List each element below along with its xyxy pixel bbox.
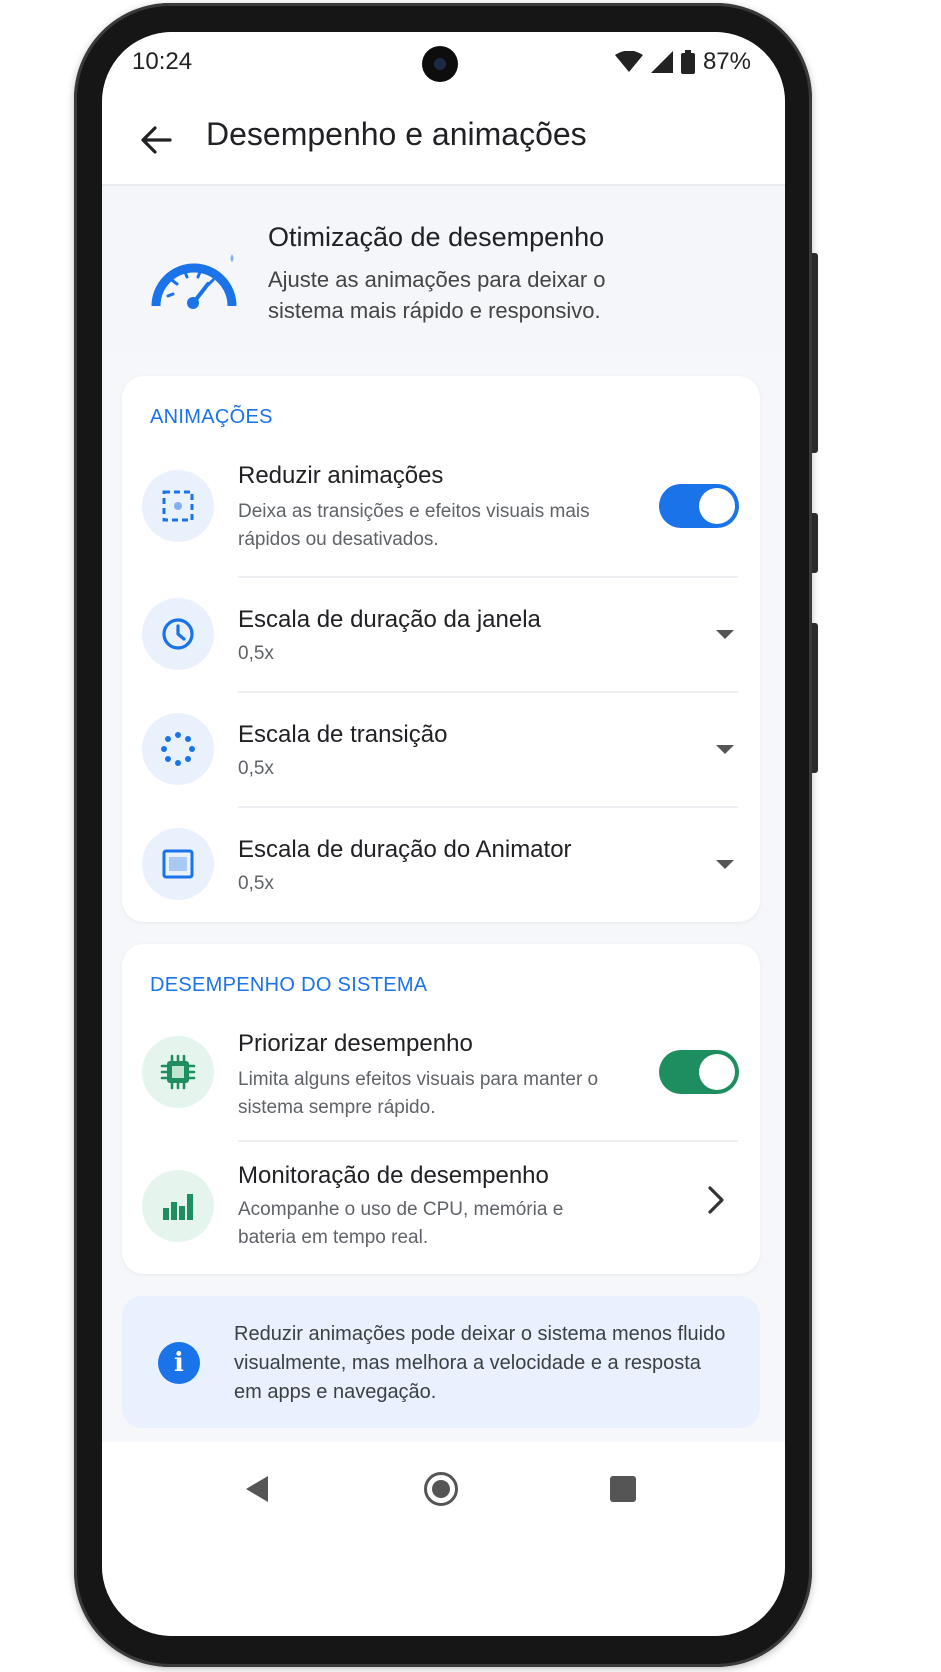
chip-icon xyxy=(142,1036,214,1108)
bottom-area xyxy=(102,1552,785,1636)
performance-monitoring-title: Monitoração de desempenho xyxy=(238,1162,549,1189)
transition-scale-row[interactable]: Escala de transição 0,5x xyxy=(122,711,760,807)
toggle-knob xyxy=(699,1054,735,1090)
animator-scale-row[interactable]: Escala de duração do Animator 0,5x xyxy=(122,826,760,922)
volume-button xyxy=(812,253,818,453)
wifi-icon xyxy=(614,51,643,72)
performance-monitoring-subtitle: Acompanhe o uso de CPU, memória e bateri… xyxy=(238,1199,564,1248)
toggle-knob xyxy=(699,488,735,524)
prioritize-performance-title: Priorizar desempenho xyxy=(238,1030,473,1057)
status-bar: 10:24 87% xyxy=(102,32,785,96)
bar-chart-icon xyxy=(142,1170,214,1242)
divider xyxy=(238,691,738,693)
reduce-animations-toggle[interactable] xyxy=(659,484,739,528)
transition-scale-title: Escala de transição xyxy=(238,721,448,748)
battery-percent: 87% xyxy=(702,48,751,75)
battery-icon xyxy=(680,50,695,74)
status-time: 10:24 xyxy=(132,48,193,75)
reduce-animations-title: Reduzir animações xyxy=(238,462,444,489)
hero-title: Otimização de desempenho xyxy=(268,222,605,252)
divider xyxy=(238,1140,738,1142)
dashed-frame-icon xyxy=(142,470,214,542)
status-icons: 87% xyxy=(614,48,751,76)
hero-section: Otimização de desempenho Ajuste as anima… xyxy=(102,186,785,354)
window-frame-icon xyxy=(142,828,214,900)
nav-recents-icon[interactable] xyxy=(610,1476,636,1502)
animator-scale-title: Escala de duração do Animator xyxy=(238,836,572,863)
power-button xyxy=(812,623,818,773)
nav-home-icon[interactable] xyxy=(424,1472,458,1506)
info-banner: i Reduzir animações pode deixar o sistem… xyxy=(122,1296,760,1428)
window-scale-value: 0,5x xyxy=(238,643,274,664)
prioritize-performance-subtitle: Limita alguns efeitos visuais para mante… xyxy=(238,1069,599,1118)
section-header-system: DESEMPENHO DO SISTEMA xyxy=(150,974,428,996)
speedometer-icon xyxy=(151,254,237,309)
window-scale-row[interactable]: Escala de duração da janela 0,5x xyxy=(122,596,760,692)
divider xyxy=(238,806,738,808)
prioritize-performance-toggle[interactable] xyxy=(659,1050,739,1094)
reduce-animations-subtitle: Deixa as transições e efeitos visuais ma… xyxy=(238,501,590,550)
section-header-animations: ANIMAÇÕES xyxy=(150,406,273,428)
window-scale-title: Escala de duração da janela xyxy=(238,606,541,633)
reduce-animations-row[interactable]: Reduzir animações Deixa as transições e … xyxy=(122,460,760,578)
system-performance-card: DESEMPENHO DO SISTEMA Priorizar desempen… xyxy=(122,944,760,1274)
side-button xyxy=(812,513,818,573)
chevron-down-icon[interactable] xyxy=(716,860,734,869)
performance-monitoring-row[interactable]: Monitoração de desempenho Acompanhe o us… xyxy=(122,1162,760,1272)
page-title: Desempenho e animações xyxy=(206,116,587,152)
chevron-down-icon[interactable] xyxy=(716,745,734,754)
info-icon: i xyxy=(158,1342,200,1384)
front-camera xyxy=(422,46,458,82)
prioritize-performance-row[interactable]: Priorizar desempenho Limita alguns efeit… xyxy=(122,1028,760,1146)
app-bar: Desempenho e animações xyxy=(102,96,785,186)
clock-icon xyxy=(142,598,214,670)
screen: 10:24 87% Desempenho e animações Otimiza… xyxy=(102,32,785,1636)
transition-scale-value: 0,5x xyxy=(238,758,274,779)
chevron-down-icon[interactable] xyxy=(716,630,734,639)
dotted-circle-icon xyxy=(142,713,214,785)
nav-back-icon[interactable] xyxy=(244,1474,270,1504)
animator-scale-value: 0,5x xyxy=(238,873,274,894)
animations-card: ANIMAÇÕES Reduzir animações Deixa as tra… xyxy=(122,376,760,922)
arrow-back-icon[interactable] xyxy=(136,118,180,162)
info-text: Reduzir animações pode deixar o sistema … xyxy=(234,1323,726,1403)
signal-icon xyxy=(650,51,673,73)
chevron-right-icon[interactable] xyxy=(704,1184,728,1216)
hero-subtitle: Ajuste as animações para deixar o sistem… xyxy=(268,267,606,323)
navigation-bar xyxy=(102,1442,785,1552)
divider xyxy=(238,576,738,578)
